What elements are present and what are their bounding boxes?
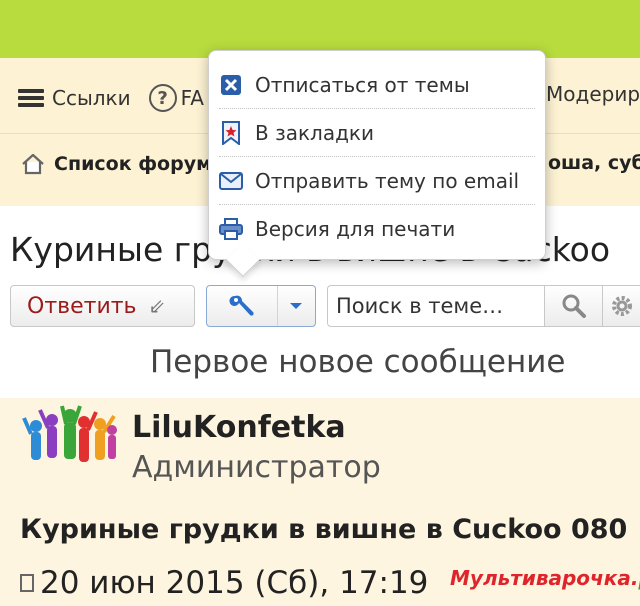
nav-faq-label: FA xyxy=(180,86,204,110)
wrench-icon xyxy=(207,286,278,326)
chevron-down-icon[interactable] xyxy=(278,286,315,326)
post-title: Куриные грудки в вишне в Cuckoo 080 xyxy=(20,514,628,545)
author-role: Администратор xyxy=(132,450,381,485)
print-icon xyxy=(219,217,243,241)
document-icon xyxy=(20,574,34,592)
avatar[interactable] xyxy=(22,404,122,476)
menu-item-label: Версия для печати xyxy=(255,217,456,241)
unsubscribe-icon xyxy=(219,73,243,97)
home-icon xyxy=(22,153,44,175)
topic-toolbar: Ответить ⇙ Поиск в теме… xyxy=(10,284,640,328)
main-nav: Ссылки ? FA xyxy=(18,82,204,114)
watermark-main: Мультиварочка. xyxy=(450,566,639,590)
menu-item-print[interactable]: Версия для печати xyxy=(219,205,535,253)
first-new-post-link[interactable]: Первое новое сообщение xyxy=(150,344,565,380)
reply-button[interactable]: Ответить ⇙ xyxy=(10,285,195,327)
menu-item-unsubscribe[interactable]: Отписаться от темы xyxy=(219,61,535,109)
post-date-text: 20 июн 2015 (Сб), 17:19 xyxy=(40,565,429,601)
menu-item-label: Отписаться от темы xyxy=(255,72,470,97)
menu-item-email[interactable]: Отправить тему по email xyxy=(219,157,535,205)
topic-tools-button[interactable] xyxy=(206,285,316,327)
nav-links[interactable]: Ссылки xyxy=(18,86,131,110)
topic-search-input[interactable]: Поиск в теме… xyxy=(327,285,545,327)
gear-icon xyxy=(612,296,632,316)
menu-item-bookmark[interactable]: В закладки xyxy=(219,109,535,157)
menu-item-label: Отправить тему по email xyxy=(255,168,520,193)
site-watermark: Мультиварочка.ру xyxy=(450,566,640,590)
menu-item-label: В закладки xyxy=(255,120,374,145)
topic-tools-menu: Отписаться от темы В закладки Отправить … xyxy=(208,50,546,277)
nav-faq[interactable]: ? FA xyxy=(131,84,204,112)
bookmark-icon xyxy=(219,120,243,145)
advanced-search-button[interactable] xyxy=(603,285,640,327)
welcome-text: оша, суб xyxy=(548,152,640,174)
reply-button-label: Ответить xyxy=(27,293,137,319)
nav-moderators[interactable]: Модерир xyxy=(546,82,640,106)
help-icon: ? xyxy=(148,84,177,112)
post-author[interactable]: LiluKonfetka xyxy=(132,410,346,445)
post-date: 20 июн 2015 (Сб), 17:19 xyxy=(20,565,428,601)
search-icon xyxy=(562,294,586,318)
search-button[interactable] xyxy=(545,285,603,327)
nav-links-label: Ссылки xyxy=(52,86,131,110)
email-icon xyxy=(219,169,243,193)
reply-arrow-icon: ⇙ xyxy=(148,294,166,318)
breadcrumb[interactable]: Список форумов xyxy=(20,152,237,176)
menu-icon xyxy=(18,89,44,107)
